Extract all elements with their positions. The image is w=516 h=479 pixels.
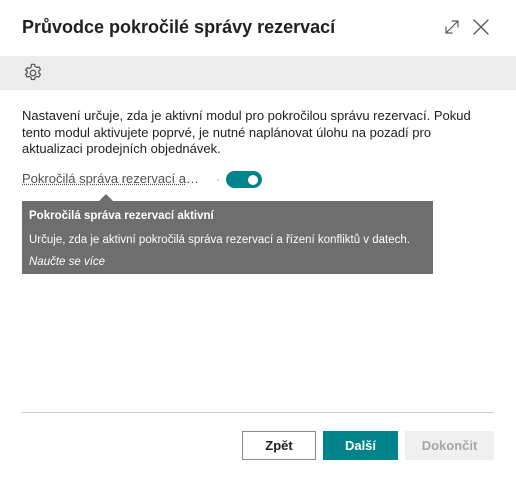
close-icon[interactable]: [471, 17, 491, 37]
gear-icon[interactable]: [22, 62, 44, 84]
field-label[interactable]: Pokročilá správa rezervací aktivní: [22, 171, 203, 186]
next-button[interactable]: Další: [323, 431, 398, 460]
setup-description: Nastavení určuje, zda je aktivní modul p…: [22, 108, 471, 156]
tooltip-text: Určuje, zda je aktivní pokročilá správa …: [29, 234, 410, 246]
dialog-title: Průvodce pokročilé správy rezervací: [22, 17, 336, 37]
expand-icon[interactable]: [442, 17, 462, 37]
toggle-knob: [248, 174, 258, 185]
advanced-reservation-toggle[interactable]: [226, 171, 262, 188]
wizard-dialog: Průvodce pokročilé správy rezervací Nast…: [0, 0, 516, 479]
tooltip-title: Pokročilá správa rezervací aktivní: [29, 210, 214, 222]
advanced-reservation-field: Pokročilá správa rezervací aktivní ·: [22, 170, 502, 190]
finish-button: Dokončit: [405, 431, 494, 460]
footer-divider: [22, 412, 494, 413]
learn-more-link[interactable]: Naučte se více: [29, 256, 105, 268]
field-tooltip: Pokročilá správa rezervací aktivní Určuj…: [22, 194, 433, 274]
field-dots: ·: [216, 172, 220, 186]
action-bar: [0, 56, 516, 90]
back-button[interactable]: Zpět: [242, 431, 316, 460]
dialog-header: Průvodce pokročilé správy rezervací: [0, 0, 516, 56]
tooltip-arrow: [99, 194, 113, 201]
